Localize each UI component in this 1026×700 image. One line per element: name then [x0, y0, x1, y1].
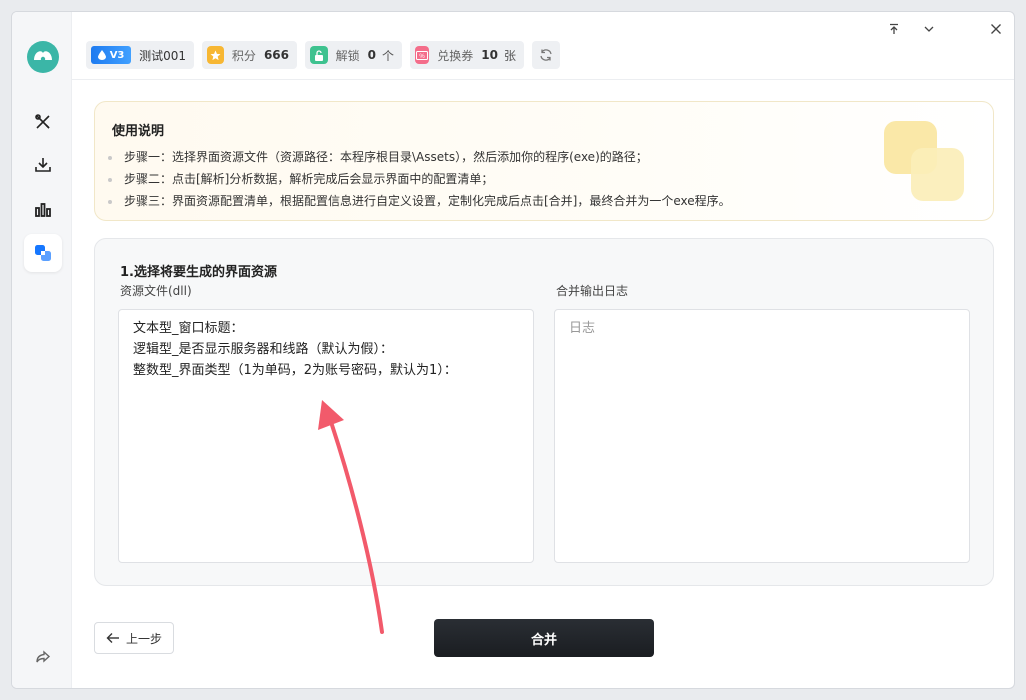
user-chip[interactable]: V3 测试001: [86, 41, 194, 69]
coupon-icon: %: [415, 46, 430, 64]
resource-label: 资源文件(dll): [120, 284, 192, 298]
log-label: 合并输出日志: [556, 284, 629, 298]
resource-textarea[interactable]: 文本型_窗口标题： 逻辑型_是否显示服务器和线路（默认为假）： 整数型_界面类型…: [118, 309, 534, 563]
merge-icon[interactable]: [24, 234, 62, 272]
resource-line: 文本型_窗口标题：: [133, 321, 244, 336]
list-item: 步骤三：界面资源配置清单，根据配置信息进行自定义设置，定制化完成后点击[合并]，…: [108, 190, 731, 212]
back-button[interactable]: 上一步: [94, 622, 174, 654]
star-icon: [207, 46, 224, 64]
download-icon[interactable]: [24, 146, 62, 184]
lock-icon: [310, 46, 328, 64]
instructions-list: 步骤一：选择界面资源文件（资源路径：本程序根目录\Assets），然后添加你的程…: [108, 146, 731, 212]
stats-icon[interactable]: [24, 191, 62, 229]
coupon-chip[interactable]: % 兑换券 10 张: [410, 41, 524, 69]
app-logo: [27, 41, 59, 73]
list-item: 步骤二：点击[解析]分析数据，解析完成后会显示界面中的配置清单；: [108, 168, 731, 190]
instructions-panel: 使用说明 步骤一：选择界面资源文件（资源路径：本程序根目录\Assets），然后…: [94, 101, 994, 221]
arrow-left-icon: [106, 633, 119, 643]
resource-panel: 1.选择将要生成的界面资源 资源文件(dll) 合并输出日志 文本型_窗口标题：…: [94, 238, 994, 586]
unlock-chip[interactable]: 解锁 0 个: [305, 41, 402, 69]
section-title: 1.选择将要生成的界面资源: [120, 265, 277, 280]
sidebar: [12, 12, 72, 688]
svg-text:%: %: [419, 54, 425, 60]
resource-line: 逻辑型_是否显示服务器和线路（默认为假）：: [133, 342, 394, 357]
merge-button[interactable]: 合并: [434, 619, 654, 657]
app-window: V3 测试001 积分 666 解锁 0 个 % 兑换券 10 张 使用说明 步…: [11, 11, 1015, 689]
points-chip[interactable]: 积分 666: [202, 41, 297, 69]
refresh-icon[interactable]: [532, 41, 560, 69]
log-placeholder: 日志: [569, 321, 596, 336]
header-bar: V3 测试001 积分 666 解锁 0 个 % 兑换券 10 张: [72, 12, 1014, 80]
decoration-shape: [911, 148, 964, 201]
list-item: 步骤一：选择界面资源文件（资源路径：本程序根目录\Assets），然后添加你的程…: [108, 146, 731, 168]
tools-icon[interactable]: [24, 103, 62, 141]
share-icon[interactable]: [32, 646, 54, 668]
resource-line: 整数型_界面类型（1为单码，2为账号密码，默认为1）：: [133, 363, 457, 378]
version-badge: V3: [91, 46, 132, 64]
log-textarea[interactable]: 日志: [554, 309, 970, 563]
drop-icon: [97, 50, 106, 60]
user-name: 测试001: [139, 48, 186, 63]
instructions-title: 使用说明: [112, 124, 165, 139]
